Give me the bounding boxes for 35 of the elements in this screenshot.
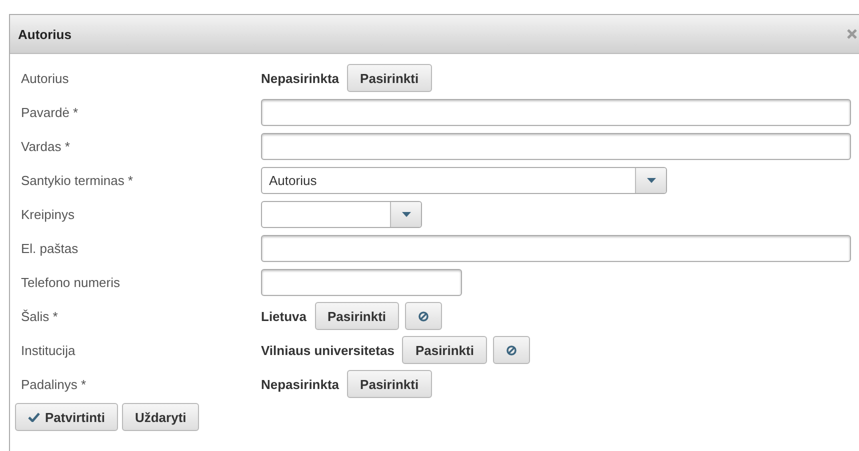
text-field[interactable] [261,234,851,262]
field-label: Telefono numeris [20,274,121,290]
field-label: Vardas * [20,138,71,154]
selected-value: Nepasirinkta [261,70,340,86]
field-label: El. paštas [20,240,80,256]
close-button[interactable]: Uždaryti [122,403,200,431]
clear-button[interactable] [405,302,442,330]
clear-icon [418,310,430,322]
selected-value: Nepasirinkta [261,376,340,392]
selected-value: Lietuva [261,308,307,324]
confirm-button[interactable]: Patvirtinti [15,403,118,431]
choose-button[interactable]: Pasirinkti [402,336,487,364]
clear-icon [506,344,517,356]
dropdown-field[interactable] [261,200,422,228]
choose-button[interactable]: Pasirinkti [347,64,432,92]
check-icon [28,412,40,422]
text-field[interactable] [261,98,851,126]
text-field[interactable] [261,132,851,160]
dialog-title: Autorius [18,26,72,42]
caret-icon [646,178,656,182]
field-label: Santykio terminas * [20,172,134,188]
field-label: Padalinys * [20,376,88,392]
text-field[interactable] [261,268,462,296]
field-label: Institucija [20,342,76,358]
clear-button[interactable] [492,336,530,364]
close-icon[interactable] [847,29,857,39]
selected-value: Vilniaus universitetas [261,342,394,358]
caret-icon [402,212,410,216]
field-label: Kreipinys [20,206,76,222]
field-label: Pavardė * [20,104,80,120]
field-label: Autorius [20,70,70,86]
choose-button[interactable]: Pasirinkti [314,302,400,330]
field-label: Šalis * [20,308,59,324]
choose-button[interactable]: Pasirinkti [347,370,432,398]
dropdown-field[interactable]: Autorius [261,166,667,194]
